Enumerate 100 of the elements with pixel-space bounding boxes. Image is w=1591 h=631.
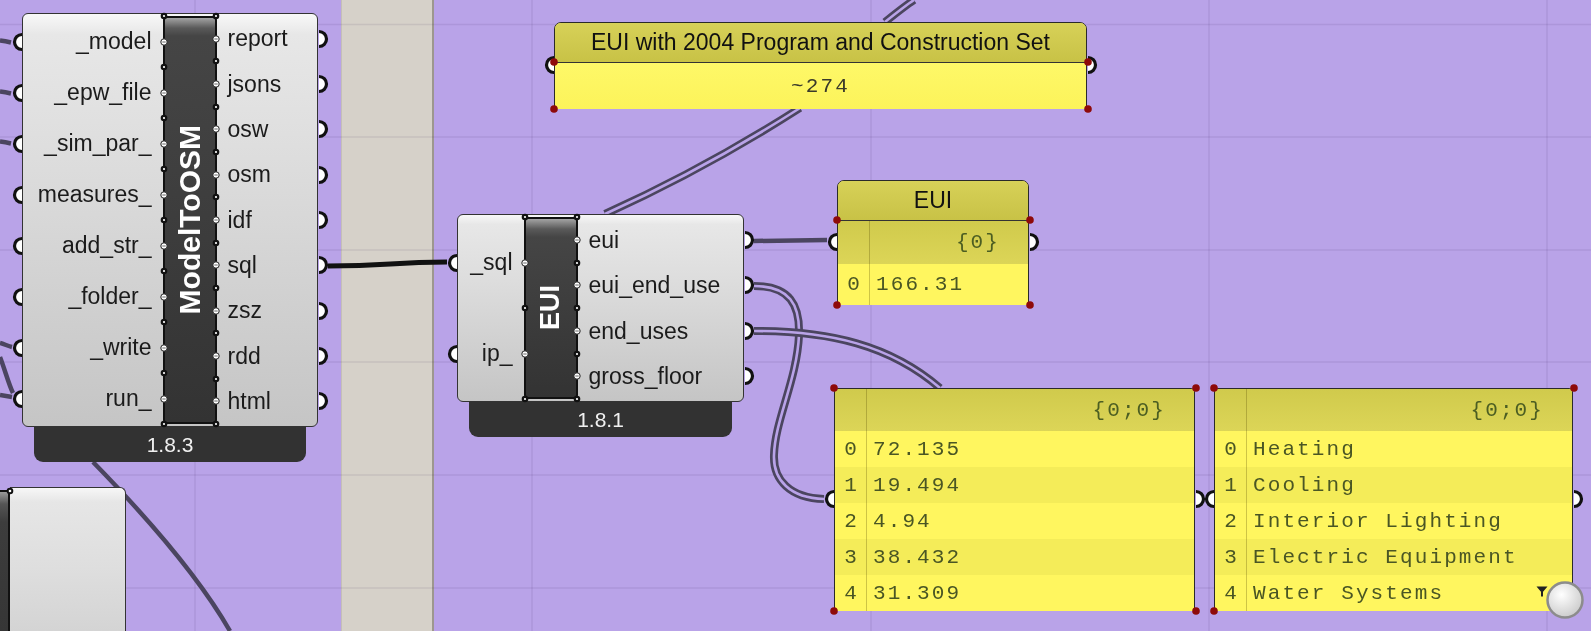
output-port-icon[interactable] xyxy=(318,345,330,366)
output-port-icon[interactable] xyxy=(318,164,330,185)
corner-dot-icon xyxy=(549,104,558,113)
version-footer: 1.8.1 xyxy=(469,402,732,437)
output-port-icon[interactable] xyxy=(1087,55,1099,75)
corner-dot-icon xyxy=(829,606,838,615)
panel-text: ~274 xyxy=(555,63,1086,109)
output-label: jsons xyxy=(226,70,282,98)
input-port-icon[interactable] xyxy=(10,133,22,154)
input-port-icon[interactable] xyxy=(10,184,22,205)
input-port-icon[interactable] xyxy=(10,31,22,52)
output-port-icon[interactable] xyxy=(744,320,756,341)
tree-path: {0;0} xyxy=(1470,398,1545,422)
output-port-icon[interactable] xyxy=(318,391,330,412)
input-label: add_str_ xyxy=(62,232,153,259)
input-port-icon[interactable] xyxy=(542,55,554,75)
param-dot-icon xyxy=(211,34,220,43)
param-dot-icon xyxy=(159,190,168,199)
output-port-icon[interactable] xyxy=(318,119,330,140)
param-dot-icon xyxy=(572,235,581,244)
corner-dot-icon xyxy=(1025,215,1034,224)
row-value: Electric Equipment xyxy=(1252,545,1518,569)
input-port-icon[interactable] xyxy=(10,337,22,358)
funnel-icon xyxy=(1536,586,1548,597)
input-label: measures_ xyxy=(37,181,153,208)
output-port-icon[interactable] xyxy=(318,300,330,321)
input-label: _folder_ xyxy=(68,283,153,310)
component-name: EUI xyxy=(537,285,564,331)
tree-path: {0;0} xyxy=(1092,398,1167,422)
panel-title: EUI with 2004 Program and Construction Set xyxy=(555,23,1086,63)
output-label: osw xyxy=(226,116,269,143)
input-label: _epw_file xyxy=(54,79,153,106)
param-dot-icon xyxy=(211,170,220,179)
corner-dot-icon xyxy=(549,57,558,66)
input-port-icon[interactable] xyxy=(10,235,22,256)
param-dot-icon xyxy=(211,397,220,406)
output-port-icon[interactable] xyxy=(318,28,330,49)
output-port-icon[interactable] xyxy=(318,74,330,94)
output-label: eui xyxy=(587,226,620,253)
joint-dot-icon xyxy=(6,487,14,495)
param-dot-icon xyxy=(211,80,220,88)
output-port-icon[interactable] xyxy=(1195,489,1207,509)
input-port-icon[interactable] xyxy=(10,82,22,103)
component-name: ModelToOSM xyxy=(174,125,205,315)
param-dot-icon xyxy=(159,241,168,250)
output-label: zsz xyxy=(226,297,262,324)
param-dot-icon xyxy=(159,139,168,148)
corner-dot-icon xyxy=(1083,104,1092,113)
input-port-icon[interactable] xyxy=(825,232,837,252)
param-dot-icon xyxy=(211,215,220,224)
param-dot-icon xyxy=(211,306,220,315)
output-label: idf xyxy=(226,206,252,234)
corner-dot-icon xyxy=(829,383,838,392)
input-port-icon[interactable] xyxy=(822,489,834,509)
output-label: gross_floor xyxy=(587,363,703,390)
output-label: eui_end_use xyxy=(587,272,721,299)
output-port-icon[interactable] xyxy=(744,366,756,387)
param-dot-icon xyxy=(159,37,168,46)
corner-dot-icon xyxy=(1569,383,1578,392)
corner-dot-icon xyxy=(1191,606,1200,615)
output-port-icon[interactable] xyxy=(318,255,330,276)
corner-dot-icon xyxy=(1209,383,1218,392)
input-port-icon[interactable] xyxy=(445,252,457,273)
input-port-icon[interactable] xyxy=(10,286,22,307)
param-dot-icon xyxy=(572,281,581,290)
output-label: report xyxy=(226,25,288,52)
input-port-icon[interactable] xyxy=(1202,489,1214,509)
param-dot-icon xyxy=(159,88,168,97)
input-port-icon[interactable] xyxy=(445,343,457,364)
panel-title: EUI xyxy=(838,181,1028,221)
param-dot-icon xyxy=(572,372,581,381)
input-label: ip_ xyxy=(481,340,514,367)
input-label: _write xyxy=(90,334,153,361)
input-label: _sim_par_ xyxy=(44,130,153,157)
output-port-icon[interactable] xyxy=(318,209,330,230)
output-label: osm xyxy=(226,161,271,188)
param-dot-icon xyxy=(520,349,529,358)
corner-dot-icon xyxy=(1025,300,1034,309)
tree-path: {0} xyxy=(955,231,1001,254)
output-port-icon[interactable] xyxy=(1029,232,1041,252)
round-handle-icon[interactable] xyxy=(1546,581,1584,619)
output-port-icon[interactable] xyxy=(744,275,756,296)
input-label: _model xyxy=(76,28,153,55)
row-value: 38.432 xyxy=(872,545,962,569)
row-value: Cooling xyxy=(1252,473,1356,497)
param-dot-icon xyxy=(211,125,220,134)
output-port-icon[interactable] xyxy=(1573,489,1585,509)
output-label: html xyxy=(226,388,271,415)
corner-dot-icon xyxy=(832,300,841,309)
param-dot-icon xyxy=(159,292,168,301)
input-label: run_ xyxy=(105,385,153,412)
output-port-icon[interactable] xyxy=(744,229,756,250)
corner-dot-icon xyxy=(1083,57,1092,66)
output-label: end_uses xyxy=(587,317,689,344)
input-port-icon[interactable] xyxy=(10,388,22,409)
input-label: _sql xyxy=(470,249,514,276)
param-dot-icon xyxy=(211,261,220,270)
param-dot-icon xyxy=(159,343,168,352)
corner-dot-icon xyxy=(1191,383,1200,392)
row-value: 166.31 xyxy=(875,273,965,296)
